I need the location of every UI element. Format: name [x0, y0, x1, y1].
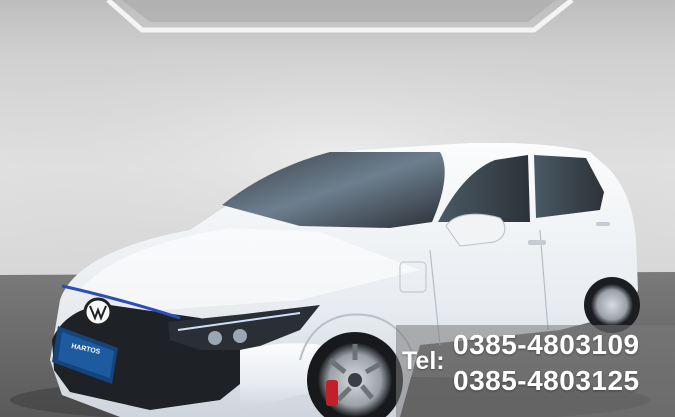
phone-overlay: Tel: 0385-4803109 0385-4803125	[396, 325, 675, 417]
photo-frame: HARTOS Tel: 0385-4803109 0385-4803125	[0, 0, 675, 417]
phone-number-1: 0385-4803109	[453, 329, 640, 360]
phone-number-2: 0385-4803125	[453, 365, 640, 396]
tel-label: Tel:	[402, 347, 445, 375]
